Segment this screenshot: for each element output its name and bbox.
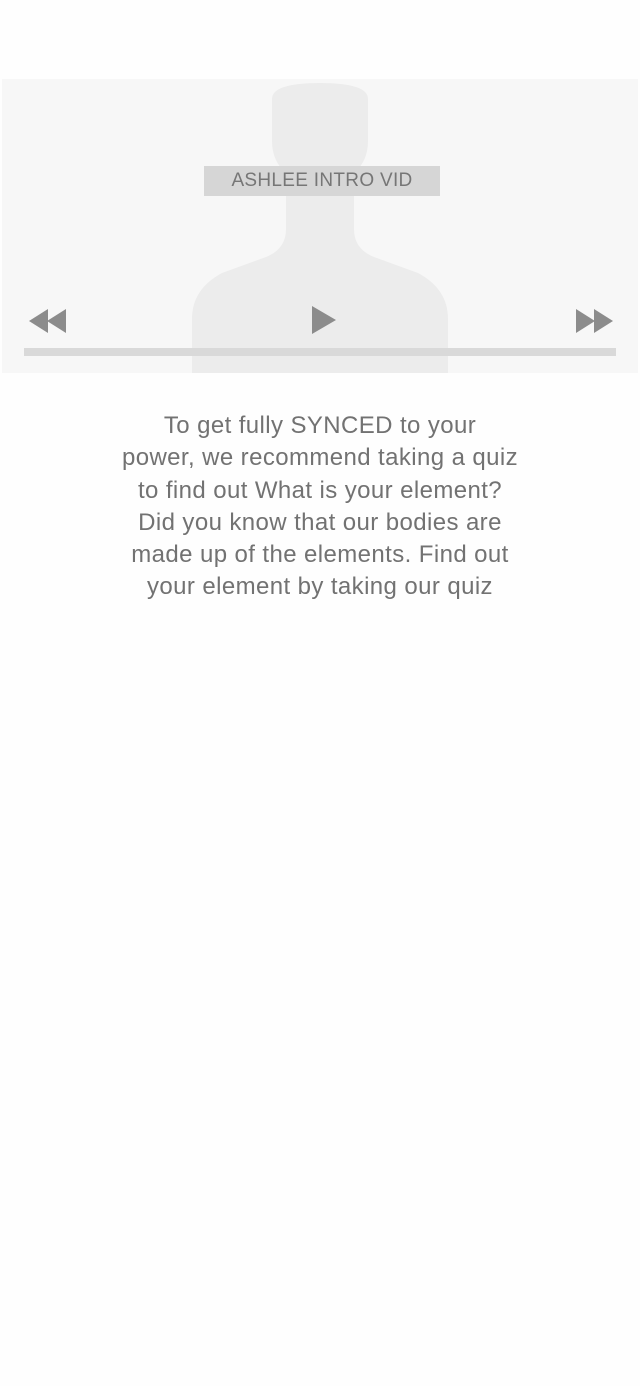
rewind-icon xyxy=(29,309,66,333)
intro-text: To get fully SYNCED to your power, we re… xyxy=(121,412,519,601)
play-icon xyxy=(312,306,336,334)
fast-forward-icon xyxy=(576,309,613,333)
video-player[interactable]: ASHLEE INTRO VID xyxy=(2,79,638,373)
video-title: ASHLEE INTRO VID xyxy=(204,166,440,196)
fast-forward-button[interactable] xyxy=(572,306,616,336)
play-button[interactable] xyxy=(304,302,342,338)
video-progress-bar[interactable] xyxy=(24,348,616,356)
rewind-button[interactable] xyxy=(26,306,70,336)
